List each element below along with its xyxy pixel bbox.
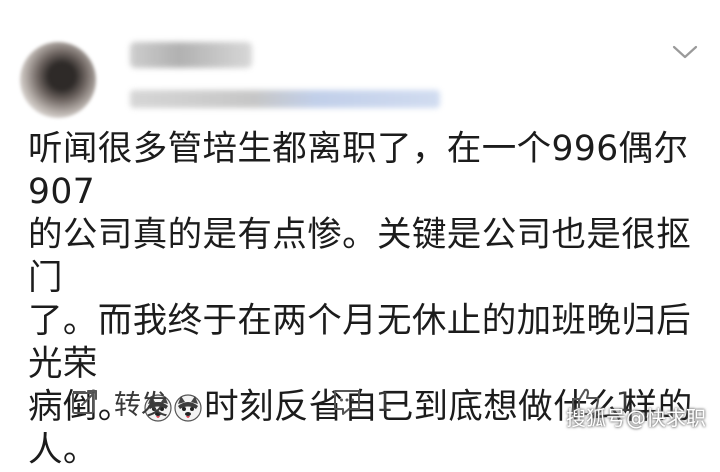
repost-button[interactable]: 转发 — [70, 374, 168, 430]
user-avatar[interactable] — [20, 42, 96, 118]
post-line: 的公司真的是有点惨。关键是公司也是很抠门 — [28, 215, 692, 298]
post-meta-redacted — [130, 90, 440, 108]
post-line: 听闻很多管培生都离职了，在一个996偶尔907 — [28, 129, 689, 212]
comment-count: 1 — [376, 386, 394, 418]
post-line: 人。 — [28, 430, 98, 470]
comment-icon — [332, 387, 362, 417]
chevron-down-icon[interactable] — [668, 38, 702, 66]
comment-button[interactable]: 1 — [332, 374, 393, 430]
repost-icon — [70, 387, 100, 417]
username-redacted[interactable] — [130, 42, 252, 68]
watermark: 搜狐号@快求职 — [566, 406, 706, 430]
repost-label: 转发 — [114, 389, 168, 421]
